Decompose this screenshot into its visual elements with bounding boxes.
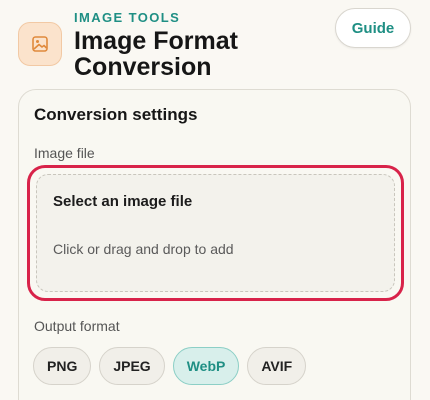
format-button-webp[interactable]: WebP (172, 347, 240, 385)
output-format-options: PNG JPEG WebP AVIF (33, 347, 307, 385)
guide-button[interactable]: Guide (335, 8, 411, 48)
output-format-label: Output format (34, 318, 120, 334)
conversion-settings-card: Conversion settings Image file Select an… (18, 89, 411, 400)
app-icon-tile (18, 22, 62, 66)
image-dropzone[interactable]: Select an image file Click or drag and d… (27, 165, 404, 301)
format-button-jpeg[interactable]: JPEG (99, 347, 165, 385)
image-icon (32, 36, 48, 52)
app-eyebrow: IMAGE TOOLS (74, 10, 181, 25)
format-button-png[interactable]: PNG (33, 347, 92, 385)
format-button-avif[interactable]: AVIF (247, 347, 307, 385)
page-title: Image Format Conversion (74, 27, 238, 81)
dropzone-area[interactable]: Select an image file Click or drag and d… (36, 174, 395, 292)
dropzone-hint: Click or drag and drop to add (53, 241, 234, 257)
card-title: Conversion settings (34, 105, 198, 124)
page: IMAGE TOOLS Image Format Conversion Guid… (0, 0, 430, 400)
dropzone-title: Select an image file (53, 193, 193, 210)
image-file-label: Image file (34, 145, 95, 161)
